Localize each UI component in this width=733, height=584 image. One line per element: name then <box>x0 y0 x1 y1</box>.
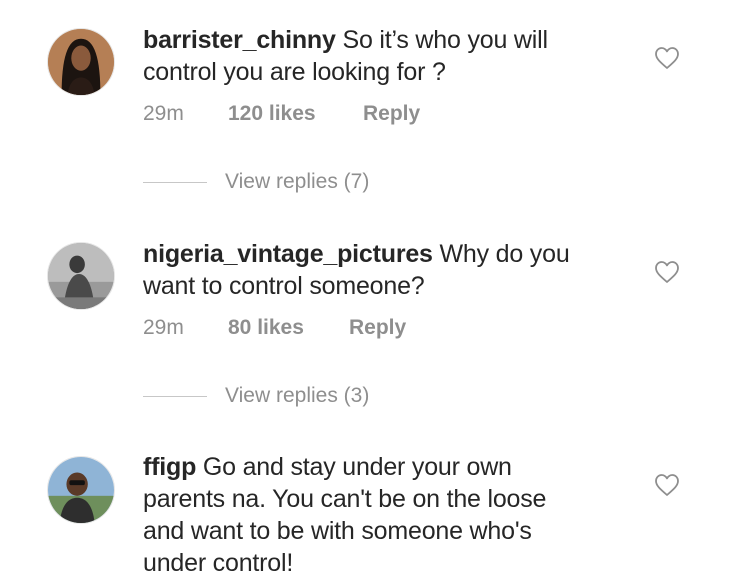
comment-text-line2: want to control someone? <box>143 272 425 300</box>
comment-text-line3: and want to be with someone who's <box>143 517 532 545</box>
view-replies-divider <box>143 396 207 397</box>
avatar-photo <box>48 29 114 95</box>
like-heart-icon[interactable] <box>654 473 680 497</box>
reply-button[interactable]: Reply <box>363 100 420 128</box>
avatar[interactable] <box>47 28 115 96</box>
comment-text-line2: parents na. You can't be on the loose <box>143 485 547 513</box>
view-replies-label: View replies (3) <box>225 384 370 407</box>
comment-text: nigeria_vintage_pictures Why do you want… <box>143 238 623 302</box>
avatar[interactable] <box>47 456 115 524</box>
comment-text-line4: under control! <box>143 549 294 577</box>
comment-username[interactable]: nigeria_vintage_pictures <box>143 240 433 268</box>
view-replies-button[interactable]: View replies (3) <box>143 382 403 410</box>
comment-username[interactable]: barrister_chinny <box>143 26 336 54</box>
comment-text: ffigp Go and stay under your own parents… <box>143 451 623 579</box>
view-replies-label: View replies (7) <box>225 170 370 193</box>
likes-count[interactable]: 120 likes <box>228 100 316 128</box>
comment-time: 29m <box>143 102 184 125</box>
reply-button[interactable]: Reply <box>349 314 406 342</box>
avatar[interactable] <box>47 242 115 310</box>
comment-meta: 29m 120 likes Reply <box>143 100 443 128</box>
comment-text-line1: So it’s who you will <box>335 26 548 54</box>
comment-username[interactable]: ffigp <box>143 453 196 481</box>
comment-time: 29m <box>143 316 184 339</box>
comment-text-line1: Go and stay under your own <box>196 453 512 481</box>
view-replies-divider <box>143 182 207 183</box>
comment-text: barrister_chinny So it’s who you will co… <box>143 24 623 88</box>
like-heart-icon[interactable] <box>654 260 680 284</box>
avatar-photo <box>48 457 114 523</box>
comment-text-line2: control you are looking for ? <box>143 58 446 86</box>
comment-meta: 29m 80 likes Reply <box>143 314 443 342</box>
view-replies-button[interactable]: View replies (7) <box>143 168 403 196</box>
likes-count[interactable]: 80 likes <box>228 314 304 342</box>
avatar-photo <box>48 243 114 309</box>
comment-text-line1: Why do you <box>432 240 570 268</box>
like-heart-icon[interactable] <box>654 46 680 70</box>
